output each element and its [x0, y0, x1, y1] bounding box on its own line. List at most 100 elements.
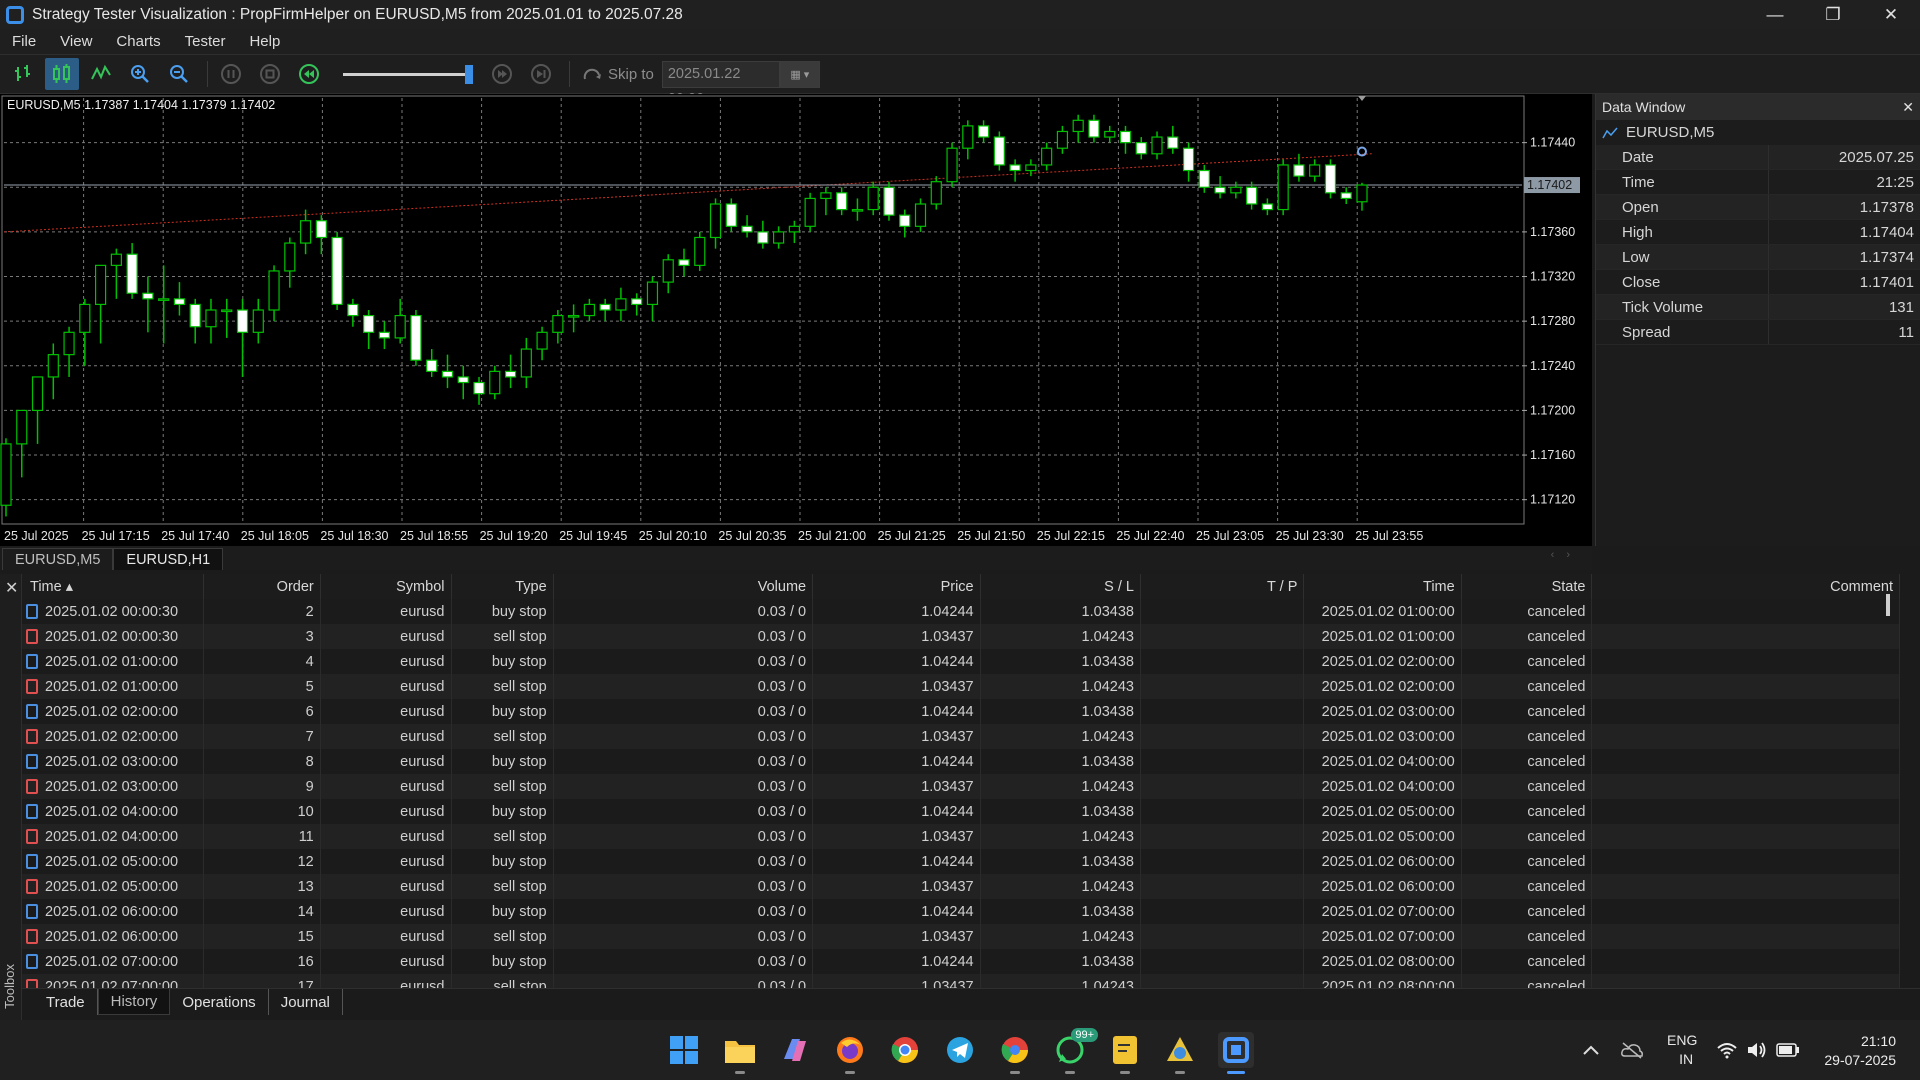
bear-candle[interactable] [678, 259, 690, 266]
bear-candle[interactable] [977, 125, 990, 138]
step-forward-icon[interactable] [485, 58, 519, 90]
table-row[interactable]: 2025.01.02 06:00:00 15 eurusd sell stop 0.03… [22, 924, 1900, 949]
bear-candle[interactable] [1198, 169, 1210, 188]
bear-candle[interactable] [1167, 136, 1179, 149]
table-row[interactable]: 2025.01.02 01:00:00 4 eurusd buy stop 0.03 /… [22, 649, 1900, 674]
table-row[interactable]: 2025.01.02 05:00:00 12 eurusd buy stop 0.03 … [22, 849, 1900, 874]
bull-candle[interactable] [646, 281, 659, 306]
table-row[interactable]: 2025.01.02 06:00:00 14 eurusd buy stop 0.03 … [22, 899, 1900, 924]
bear-candle[interactable] [347, 303, 359, 317]
bull-candle[interactable] [709, 203, 722, 239]
bull-candle[interactable] [694, 236, 706, 266]
bull-candle[interactable] [520, 348, 532, 378]
bear-candle[interactable] [126, 253, 138, 294]
column-header[interactable]: Time ▴ [22, 574, 205, 599]
bull-candle[interactable] [284, 242, 296, 272]
chart-shift-marker[interactable] [1358, 96, 1366, 101]
battery-icon[interactable] [1776, 1020, 1800, 1080]
tab-eurusd-m5[interactable]: EURUSD,M5 [2, 548, 114, 570]
bull-candle[interactable] [1056, 130, 1069, 149]
whatsapp-icon[interactable]: 99+ [1052, 1028, 1098, 1074]
skip-date-input[interactable]: 2025.01.22 00:00 [661, 60, 780, 107]
bear-candle[interactable] [631, 298, 643, 306]
bull-candle[interactable] [946, 147, 958, 183]
bear-candle[interactable] [1214, 186, 1226, 194]
table-row[interactable]: 2025.01.02 07:00:00 17 eurusd sell stop 0.03… [22, 974, 1900, 988]
bull-candle[interactable] [583, 303, 595, 317]
column-header[interactable]: Comment [1591, 574, 1900, 599]
bear-candle[interactable] [426, 359, 438, 372]
column-header[interactable]: S / L [980, 574, 1141, 599]
bull-candle[interactable] [47, 354, 59, 378]
bull-candle[interactable] [394, 314, 406, 339]
bull-candle[interactable] [63, 331, 75, 356]
bull-candle[interactable] [804, 197, 816, 227]
speed-slider-thumb[interactable] [465, 65, 473, 84]
table-row[interactable]: 2025.01.02 00:00:30 2 eurusd buy stop 0.03 /… [22, 599, 1900, 624]
menu-tester[interactable]: Tester [173, 33, 238, 50]
zoom-out-icon[interactable] [162, 58, 196, 90]
candlestick-chart[interactable]: 25 Jul 2025 25 Jul 17:15 25 Jul 17:40 25 Ju… [0, 94, 1592, 546]
bull-candle[interactable] [1041, 147, 1053, 166]
bear-candle[interactable] [1246, 186, 1258, 205]
bear-candle[interactable] [883, 186, 895, 216]
line-chart-icon[interactable] [84, 58, 118, 90]
tab-journal[interactable]: Journal [269, 989, 343, 1015]
bear-candle[interactable] [441, 370, 454, 378]
bar-chart-icon[interactable] [6, 58, 40, 90]
language-indicator[interactable]: ENG IN [1667, 1020, 1697, 1080]
bull-candle[interactable] [31, 376, 44, 412]
close-icon[interactable]: ✕ [1902, 99, 1914, 116]
minimize-button[interactable]: — [1746, 0, 1804, 29]
skip-end-icon[interactable] [524, 58, 558, 90]
calendar-dropdown-icon[interactable]: ▦ ▾ [779, 60, 820, 88]
bear-candle[interactable] [504, 370, 517, 378]
tab-operations[interactable]: Operations [170, 989, 269, 1015]
menu-help[interactable]: Help [237, 33, 292, 50]
bull-candle[interactable] [662, 259, 674, 283]
bull-candle[interactable] [1072, 119, 1084, 133]
bull-candle[interactable] [221, 309, 233, 313]
column-header[interactable]: Price [812, 574, 981, 599]
bear-candle[interactable] [1261, 203, 1273, 211]
firefox-icon[interactable] [832, 1032, 868, 1074]
bull-candle[interactable] [489, 370, 501, 395]
bear-candle[interactable] [599, 303, 611, 311]
onedrive-icon[interactable] [1620, 1020, 1644, 1080]
menu-view[interactable]: View [48, 33, 104, 50]
sticky-notes-icon[interactable] [1107, 1032, 1143, 1074]
bear-candle[interactable] [363, 314, 375, 333]
bull-candle[interactable] [1104, 130, 1116, 138]
bear-candle[interactable] [142, 292, 154, 300]
table-row[interactable]: 2025.01.02 02:00:00 7 eurusd sell stop 0.03 … [22, 724, 1900, 749]
bear-candle[interactable] [1293, 164, 1305, 177]
bear-candle[interactable] [836, 192, 848, 211]
bull-candle[interactable] [1230, 186, 1242, 194]
bull-candle[interactable] [536, 331, 548, 350]
bear-candle[interactable] [1340, 192, 1352, 200]
bull-candle[interactable] [788, 225, 800, 233]
metaeditor-icon[interactable] [1162, 1032, 1198, 1074]
bull-candle[interactable] [110, 253, 122, 266]
candlestick-icon[interactable] [45, 58, 79, 90]
table-row[interactable]: 2025.01.02 03:00:00 8 eurusd buy stop 0.03 /… [22, 749, 1900, 774]
stop-icon[interactable] [253, 58, 287, 90]
bear-candle[interactable] [457, 376, 469, 384]
show-hidden-icons[interactable] [1582, 1020, 1600, 1080]
strategy-tester-icon[interactable] [1218, 1032, 1254, 1074]
bear-candle[interactable] [331, 236, 343, 306]
tab-trade[interactable]: Trade [34, 989, 98, 1015]
bull-candle[interactable] [962, 125, 974, 149]
telegram-icon[interactable] [942, 1032, 978, 1068]
table-row[interactable]: 2025.01.02 05:00:00 13 eurusd sell stop 0.03… [22, 874, 1900, 899]
table-row[interactable]: 2025.01.02 01:00:00 5 eurusd sell stop 0.03 … [22, 674, 1900, 699]
bull-candle[interactable] [568, 314, 580, 318]
bull-candle[interactable] [252, 309, 264, 333]
vertical-scrollbar[interactable] [1880, 574, 1900, 988]
copilot-icon[interactable] [777, 1032, 813, 1068]
skip-to-button[interactable]: Skip to [582, 65, 654, 83]
file-explorer-icon[interactable] [722, 1032, 758, 1074]
bull-candle[interactable] [16, 409, 28, 445]
bear-candle[interactable] [315, 220, 327, 239]
bear-candle[interactable] [899, 214, 911, 227]
